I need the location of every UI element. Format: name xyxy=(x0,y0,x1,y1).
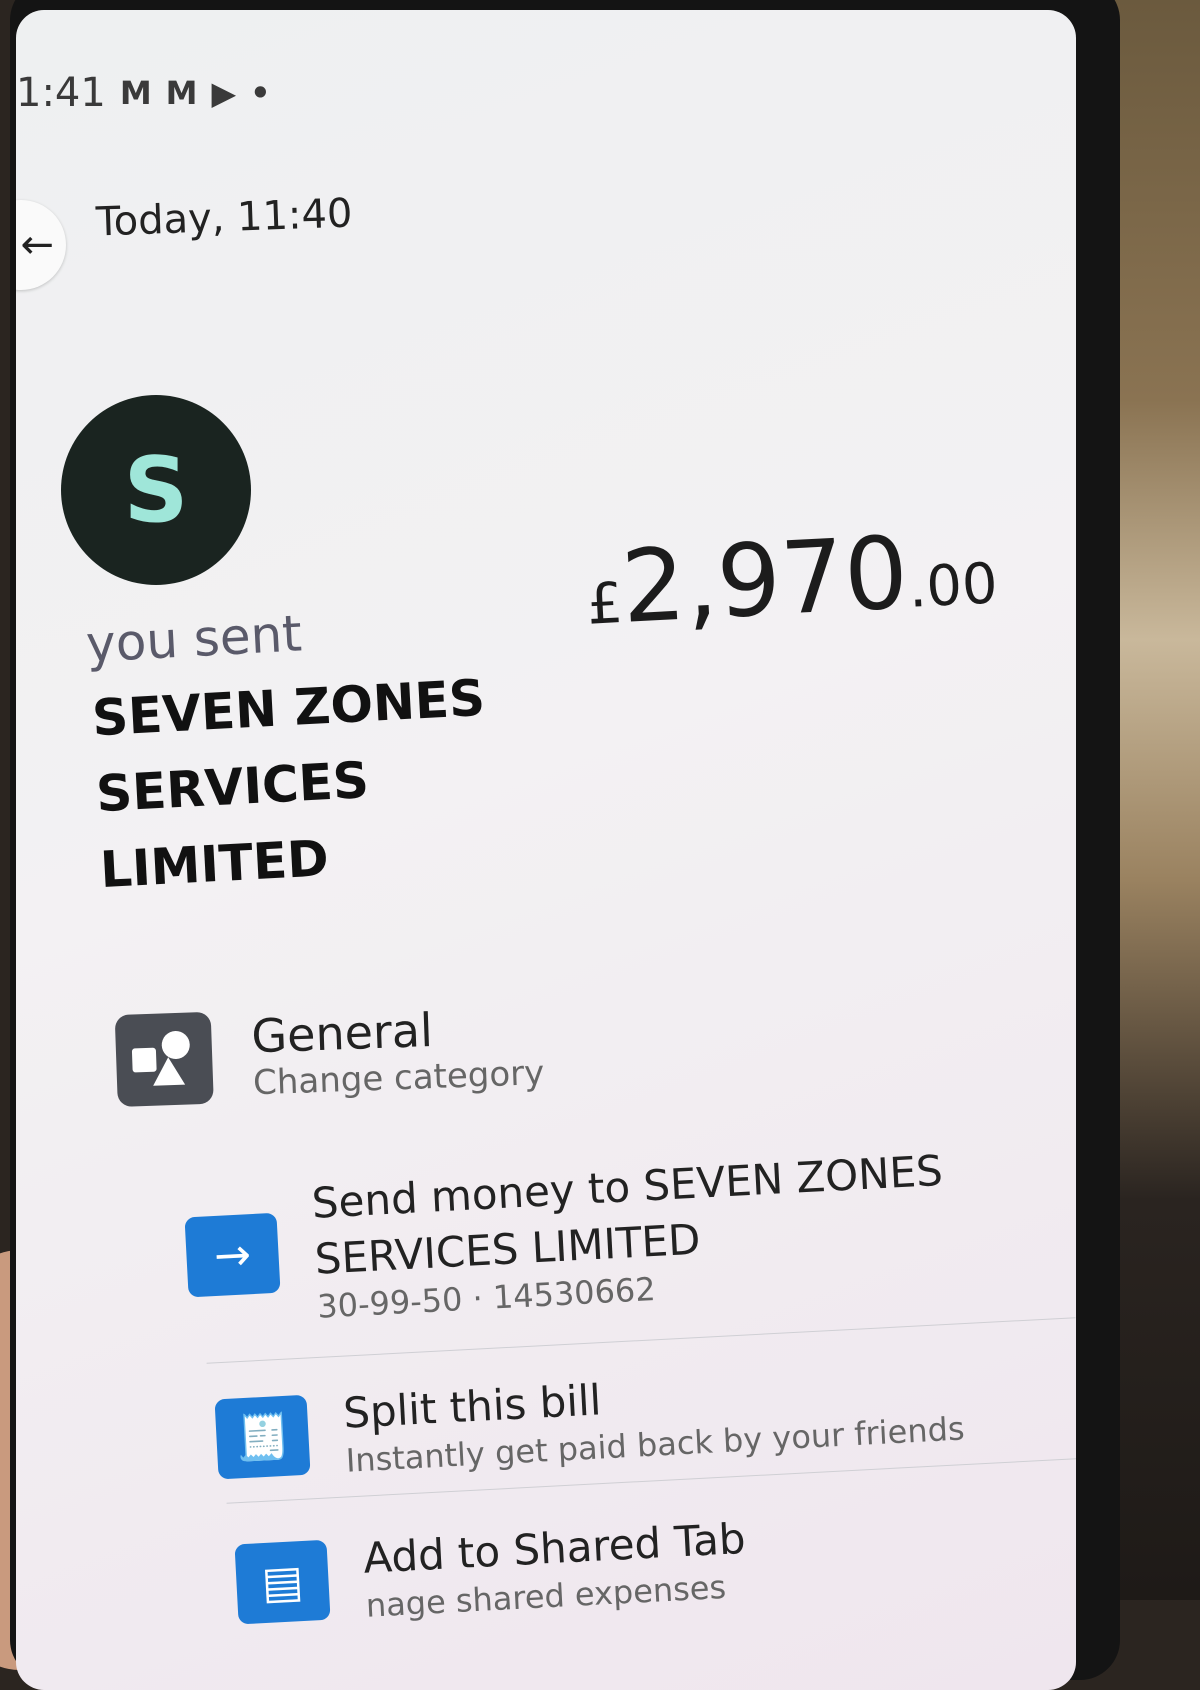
direction-label: you sent xyxy=(84,604,304,674)
category-shapes-icon xyxy=(114,1011,214,1108)
amount-decimal: .00 xyxy=(906,551,1000,621)
avatar-letter: S xyxy=(123,437,189,543)
amount-currency: £ xyxy=(585,570,625,638)
shared-tab-row[interactable]: ▤ Add to Shared Tab nage shared expenses xyxy=(234,1493,1076,1632)
back-button[interactable]: ← xyxy=(16,200,66,290)
send-money-row[interactable]: → Send money to SEVEN ZONES SERVICES LIM… xyxy=(183,1138,1050,1333)
amount-integer: 2,970 xyxy=(618,513,911,646)
app-screen: 1:41 M M ▶ • ← Today, 11:40 S £2,970.00 … xyxy=(16,10,1076,1690)
youtube-icon: ▶ xyxy=(211,74,237,112)
status-time: 1:41 xyxy=(16,70,106,116)
receipt-split-icon: 🧾 xyxy=(214,1394,311,1480)
gmail-icon: M xyxy=(119,74,152,112)
arrow-right-icon: → xyxy=(184,1212,281,1298)
status-bar: 1:41 M M ▶ • xyxy=(16,70,271,116)
gmail-icon: M xyxy=(165,74,198,112)
back-arrow-icon: ← xyxy=(20,222,54,268)
transaction-date: Today, 11:40 xyxy=(95,190,354,246)
payee-name: SEVEN ZONES SERVICES LIMITED xyxy=(90,660,494,908)
payee-avatar: S xyxy=(61,395,251,585)
phone-frame: 1:41 M M ▶ • ← Today, 11:40 S £2,970.00 … xyxy=(10,0,1120,1690)
category-row[interactable]: General Change category xyxy=(114,954,1039,1136)
transaction-amount: £2,970.00 xyxy=(583,509,1000,647)
shared-tab-icon: ▤ xyxy=(234,1539,331,1625)
notification-dot-icon: • xyxy=(250,74,271,112)
